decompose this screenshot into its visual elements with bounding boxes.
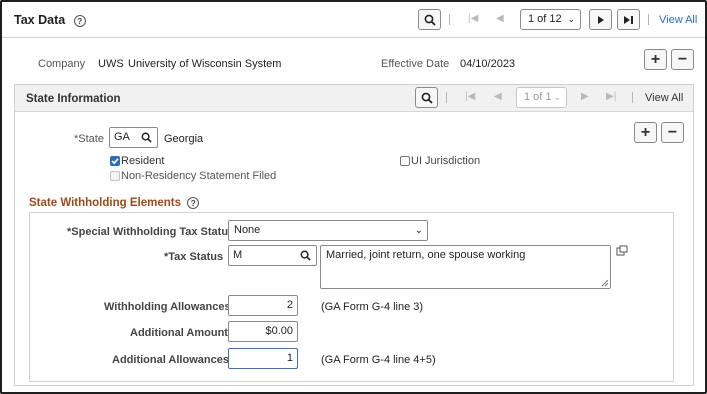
non-residency-label: Non-Residency Statement Filed [121,170,277,182]
page-title: Tax Data ? [14,13,86,27]
allowances-note: (GA Form G-4 line 3) [321,301,424,313]
separator [648,14,649,25]
tax-data-window: Tax Data ? |◀ ◀ 1 of 12 ⌄ View All Compa… [0,0,707,394]
non-residency-checkbox [110,171,120,181]
special-withholding-value: None [234,224,261,236]
add-row-button[interactable]: + [644,49,667,70]
search-icon [424,14,436,26]
expand-window-icon[interactable] [616,245,628,257]
additional-amount-input[interactable]: $0.00 [228,321,298,342]
first-page-icon: |◀ [465,91,476,102]
separator [446,92,447,103]
state-input[interactable]: GA [109,127,158,148]
last-page-button[interactable] [617,9,640,30]
plus-icon: + [640,123,651,141]
previous-page-icon[interactable]: ◀ [496,13,504,24]
withholding-allowances-label: Withholding Allowances [104,301,231,313]
additional-allowances-label: Additional Allowances [112,354,229,366]
row-pager-select[interactable]: 1 of 12 ⌄ [520,9,581,30]
state-input-value: GA [114,131,130,143]
next-page-button[interactable] [589,9,612,30]
tax-status-description: Married, joint return, one spouse workin… [320,245,611,289]
company-name: University of Wisconsin System [128,58,282,70]
separator [632,92,633,103]
separator [449,14,450,25]
tax-status-description-text: Married, joint return, one spouse workin… [326,249,526,261]
additional-allowances-note: (GA Form G-4 line 4+5) [321,354,436,366]
additional-amount-label: Additional Amount [130,327,228,339]
effective-date-label: Effective Date [381,58,450,70]
ui-jurisdiction-checkbox[interactable] [400,156,410,166]
next-page-icon: ▶ [581,91,589,102]
help-icon[interactable]: ? [73,15,86,27]
help-icon[interactable]: ? [187,197,200,209]
plus-icon: + [650,50,661,68]
ui-jurisdiction-label: UI Jurisdiction [411,155,481,167]
lookup-search-icon[interactable] [141,132,152,143]
page-title-text: Tax Data [14,13,66,27]
view-all-link[interactable]: View All [659,14,697,26]
state-label: *State [74,133,104,145]
state-pager-text: 1 of 1 [524,91,552,103]
state-view-all-link[interactable]: View All [645,92,683,104]
special-withholding-select[interactable]: None ⌄ [228,220,428,241]
chevron-down-icon: ⌄ [553,92,561,102]
company-code: UWS [98,58,124,70]
chevron-down-icon: ⌄ [414,225,423,236]
chevron-down-icon: ⌄ [567,14,575,24]
tax-status-label: *Tax Status [164,251,224,263]
last-page-icon: ▶| [606,91,617,102]
next-icon [597,15,604,24]
add-state-button[interactable]: + [634,122,657,143]
state-pager-select: 1 of 1 ⌄ [516,87,567,108]
tax-status-input[interactable]: M [228,245,317,266]
withholding-title-text: State Withholding Elements [29,197,181,209]
lookup-search-icon[interactable] [300,250,311,261]
checkmark-icon [111,158,119,165]
previous-page-icon: ◀ [494,91,502,102]
delete-row-button[interactable]: − [671,49,694,70]
tax-status-value: M [233,249,243,261]
withholding-allowances-input[interactable]: 2 [228,295,298,316]
withholding-section-title: State Withholding Elements ? [29,197,200,209]
last-page-icon [624,15,633,24]
search-icon [421,92,433,104]
special-withholding-label: *Special Withholding Tax Status [67,226,235,238]
pager-text: 1 of 12 [528,13,562,25]
additional-allowances-input[interactable]: 1 [228,348,298,369]
delete-state-button[interactable]: − [661,122,684,143]
effective-date-value: 04/10/2023 [460,58,516,70]
state-search-button[interactable] [415,87,438,108]
company-label: Company [38,58,86,70]
minus-icon: − [667,123,678,141]
state-name: Georgia [164,133,204,145]
resize-handle-icon[interactable] [601,279,609,287]
resident-label: Resident [121,155,165,167]
minus-icon: − [677,50,688,68]
search-button[interactable] [418,9,441,30]
first-page-icon[interactable]: |◀ [468,13,478,24]
state-information-title: State Information [26,93,121,105]
header-divider [2,37,705,38]
resident-checkbox[interactable] [110,156,120,166]
